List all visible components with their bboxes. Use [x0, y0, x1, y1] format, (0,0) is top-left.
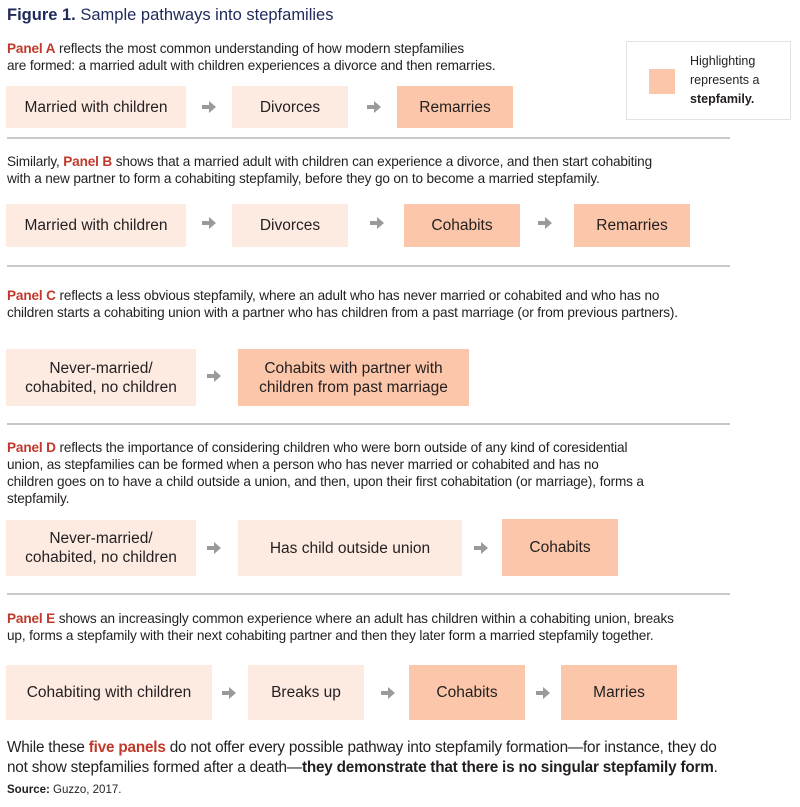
step-label: Cohabits — [431, 217, 493, 234]
panel-a-step-1: Married with children — [6, 86, 186, 128]
panel-a-text: reflects the most common understanding o… — [55, 41, 464, 56]
panel-b-text: shows that a married adult with children… — [112, 154, 652, 169]
step-label: Cohabits — [436, 684, 498, 701]
divider — [7, 265, 730, 267]
legend-text: Highlighting represents a stepfamily. — [690, 52, 759, 109]
divider — [7, 137, 730, 139]
legend-swatch — [649, 69, 675, 94]
panel-c-step-2: Cohabits with partner with children from… — [238, 349, 469, 406]
panel-a-step-3: Remarries — [397, 86, 513, 128]
step-label: children from past marriage — [259, 378, 448, 396]
step-label: Divorces — [259, 217, 321, 234]
conclusion-part: . — [713, 759, 718, 776]
panel-c-name: Panel C — [7, 288, 56, 303]
arrow-right-icon — [538, 217, 552, 229]
conclusion-highlight: five panels — [88, 739, 166, 756]
legend: Highlighting represents a stepfamily. — [626, 41, 791, 120]
panel-e-text: up, forms a stepfamily with their next c… — [7, 628, 654, 643]
panel-a-description: Panel A reflects the most common underst… — [7, 40, 496, 74]
panel-c-description: Panel C reflects a less obvious stepfami… — [7, 287, 678, 321]
figure-title-text: Sample pathways into stepfamilies — [80, 6, 334, 24]
panel-b-step-1: Married with children — [6, 204, 186, 247]
step-label: Married with children — [24, 98, 168, 116]
source-note: Source: Guzzo, 2017. — [7, 784, 121, 796]
step-label: Has child outside union — [269, 539, 431, 557]
step-label: cohabited, no children — [25, 378, 177, 396]
panel-e-step-3: Cohabits — [409, 665, 525, 720]
panel-d-text: children goes on to have a child outside… — [7, 474, 644, 489]
arrow-right-icon — [370, 217, 384, 229]
panel-a-name: Panel A — [7, 41, 56, 56]
panel-d-text: union, as stepfamilies can be formed whe… — [7, 457, 599, 472]
figure-title: Figure 1. Sample pathways into stepfamil… — [7, 6, 333, 25]
panel-d-text: stepfamily. — [7, 491, 70, 506]
conclusion-text: While these five panels do not offer eve… — [7, 738, 718, 778]
conclusion-part: do not offer every possible pathway into… — [165, 739, 717, 756]
panel-d-step-1: Never-married/ cohabited, no children — [6, 520, 196, 576]
panel-b-name: Panel B — [63, 154, 113, 169]
panel-b-description: Similarly, Panel B shows that a married … — [7, 153, 652, 187]
arrow-right-icon — [536, 687, 550, 699]
panel-e-step-2: Breaks up — [248, 665, 364, 720]
step-label: Remarries — [419, 98, 491, 116]
panel-e-description: Panel E shows an increasingly common exp… — [7, 610, 674, 644]
legend-line: Highlighting — [690, 54, 756, 68]
step-label: Never-married/ — [49, 359, 153, 377]
conclusion-bold: they demonstrate that there is no singul… — [301, 759, 714, 776]
panel-a-text: are formed: a married adult with childre… — [7, 58, 496, 73]
panel-c-step-1: Never-married/ cohabited, no children — [6, 349, 196, 406]
arrow-right-icon — [202, 101, 216, 113]
step-label: Divorces — [259, 98, 321, 116]
step-label: cohabited, no children — [25, 549, 177, 566]
step-label: Remarries — [596, 217, 668, 234]
panel-d-step-3: Cohabits — [502, 519, 618, 576]
arrow-right-icon — [222, 687, 236, 699]
panel-c-text: children starts a cohabiting union with … — [7, 305, 678, 320]
arrow-right-icon — [207, 370, 221, 382]
panel-d-step-2: Has child outside union — [238, 520, 462, 576]
figure-label: Figure 1. — [7, 6, 76, 24]
panel-b-text: with a new partner to form a cohabiting … — [7, 171, 600, 186]
panel-b-step-3: Cohabits — [404, 204, 520, 247]
step-label: Cohabiting with children — [26, 684, 192, 701]
arrow-right-icon — [474, 542, 488, 554]
panel-b-prefix: Similarly, — [7, 154, 64, 169]
step-label: Never-married/ — [49, 530, 153, 547]
step-label: Breaks up — [271, 684, 341, 701]
conclusion-part: While these — [7, 739, 89, 756]
panel-d-description: Panel D reflects the importance of consi… — [7, 439, 644, 507]
panel-d-name: Panel D — [7, 440, 56, 455]
source-label: Source: — [7, 784, 50, 796]
panel-b-step-2: Divorces — [232, 204, 348, 247]
conclusion-part: not show stepfamilies formed after a dea… — [7, 759, 302, 776]
panel-c-text: reflects a less obvious stepfamily, wher… — [55, 288, 660, 303]
arrow-right-icon — [367, 101, 381, 113]
legend-line: represents a — [690, 73, 760, 87]
panel-e-name: Panel E — [7, 611, 56, 626]
panel-e-step-4: Marries — [561, 665, 677, 720]
step-label: Marries — [593, 684, 645, 701]
arrow-right-icon — [381, 687, 395, 699]
panel-b-step-4: Remarries — [574, 204, 690, 247]
panel-d-text: reflects the importance of considering c… — [55, 440, 628, 455]
panel-a-step-2: Divorces — [232, 86, 348, 128]
step-label: Married with children — [24, 217, 168, 234]
legend-line-bold: stepfamily. — [690, 92, 755, 106]
divider — [7, 423, 730, 425]
source-text: Guzzo, 2017. — [49, 784, 122, 796]
arrow-right-icon — [202, 217, 216, 229]
panel-e-step-1: Cohabiting with children — [6, 665, 212, 720]
panel-e-text: shows an increasingly common experience … — [55, 611, 674, 626]
step-label: Cohabits with partner with — [264, 359, 443, 377]
step-label: Cohabits — [529, 539, 591, 556]
divider — [7, 593, 730, 595]
arrow-right-icon — [207, 542, 221, 554]
